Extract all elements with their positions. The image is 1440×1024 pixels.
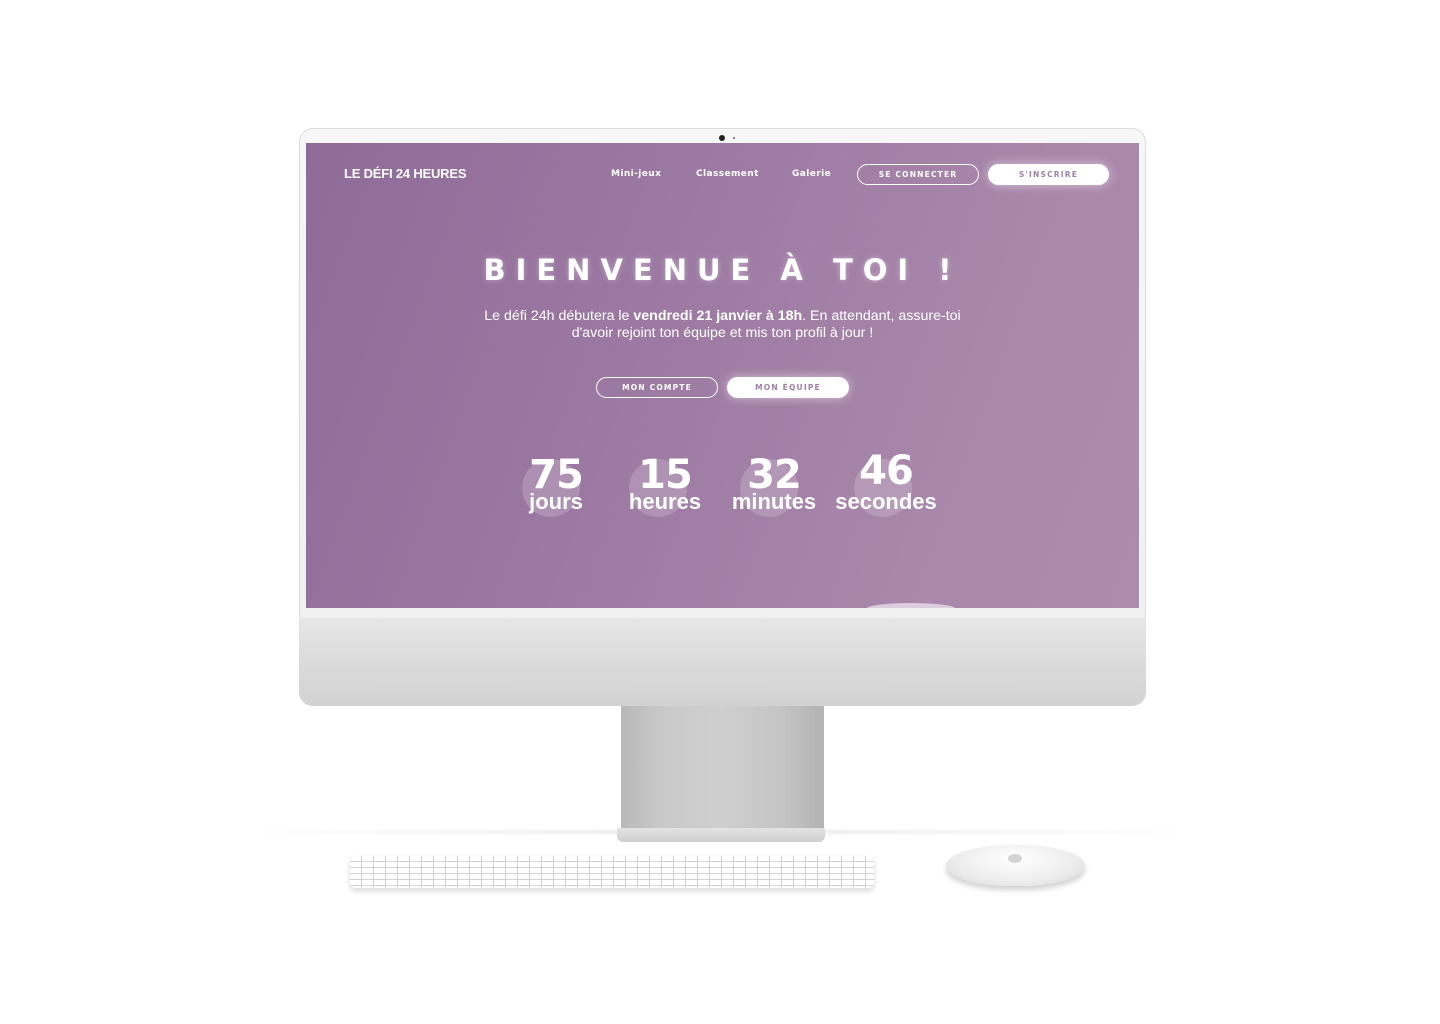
my-account-button[interactable]: MON COMPTE <box>596 377 718 398</box>
keyboard <box>350 856 874 888</box>
hero-title: BIENVENUE À TOI ! <box>483 253 962 287</box>
my-team-button[interactable]: MON ÉQUIPE <box>727 377 849 398</box>
hero-text-date: vendredi 21 janvier à 18h <box>633 308 803 324</box>
monitor-stand <box>621 706 824 828</box>
countdown-hours: 15 heures <box>605 453 725 517</box>
countdown-days: 75 jours <box>496 453 616 517</box>
login-button[interactable]: SE CONNECTER <box>857 164 979 185</box>
countdown-seconds-label: secondes <box>835 489 937 514</box>
nav-link-galerie[interactable]: Galerie <box>792 169 831 179</box>
navbar: LE DÉFI 24 HEURES Mini-jeux Classement G… <box>306 143 1139 203</box>
countdown-minutes-label: minutes <box>731 489 817 514</box>
countdown-minutes: 32 minutes <box>714 453 834 517</box>
hero-description: Le défi 24h débutera le vendredi 21 janv… <box>466 308 979 342</box>
apple-logo-icon <box>1008 854 1022 863</box>
screen-glow <box>866 603 956 608</box>
monitor-stand-base <box>617 828 825 842</box>
camera-sensor <box>733 137 735 139</box>
camera-icon <box>719 135 725 141</box>
nav-link-mini-jeux[interactable]: Mini-jeux <box>611 169 661 179</box>
countdown-hours-label: heures <box>628 489 702 514</box>
signup-button[interactable]: S'INSCRIRE <box>988 164 1109 185</box>
countdown-seconds-value: 46 <box>859 448 914 494</box>
mouse <box>946 845 1085 886</box>
countdown-days-label: jours <box>529 489 583 514</box>
monitor-chin <box>299 618 1146 706</box>
site-logo[interactable]: LE DÉFI 24 HEURES <box>344 166 466 181</box>
imac-monitor: LE DÉFI 24 HEURES Mini-jeux Classement G… <box>299 128 1146 706</box>
website-screen: LE DÉFI 24 HEURES Mini-jeux Classement G… <box>306 143 1139 608</box>
nav-link-classement[interactable]: Classement <box>696 169 759 179</box>
hero-text-start: Le défi 24h débutera le <box>484 308 634 324</box>
countdown-seconds: 46 secondes <box>826 449 946 517</box>
